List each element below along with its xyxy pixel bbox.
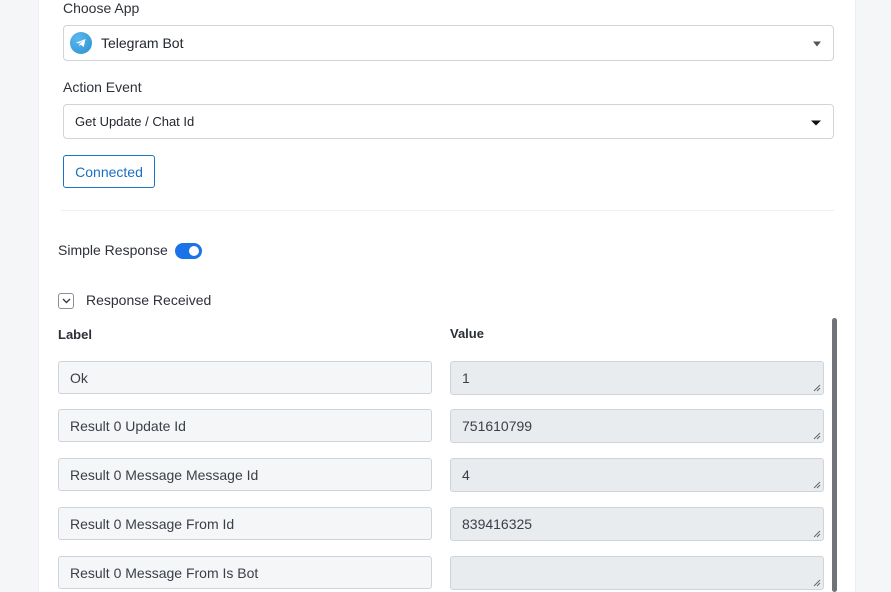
response-label-field[interactable]: Result 0 Message From Id: [58, 507, 432, 540]
config-card: Choose App Telegram Bot Action Event Get…: [38, 0, 856, 592]
label-column-header: Label: [58, 327, 92, 342]
chevron-down-icon: [62, 298, 70, 304]
simple-response-toggle[interactable]: [175, 243, 202, 259]
simple-response-label: Simple Response: [58, 242, 168, 258]
section-divider: [61, 210, 834, 211]
resize-grip-icon[interactable]: [813, 579, 821, 587]
response-received-label: Response Received: [86, 292, 212, 308]
response-value-text: 4: [462, 467, 470, 483]
response-received-collapse-toggle[interactable]: [58, 293, 74, 309]
resize-grip-icon[interactable]: [813, 530, 821, 538]
response-label-field[interactable]: Ok: [58, 361, 432, 394]
choose-app-value: Telegram Bot: [101, 35, 184, 51]
response-value-text: 839416325: [462, 516, 533, 532]
response-label-field[interactable]: Result 0 Update Id: [58, 409, 432, 442]
chevron-down-icon: [811, 120, 821, 125]
response-value-field[interactable]: 751610799: [450, 409, 824, 443]
toggle-knob: [189, 246, 199, 256]
resize-grip-icon[interactable]: [813, 384, 821, 392]
response-label-field[interactable]: Result 0 Message From Is Bot: [58, 556, 432, 589]
action-event-label: Action Event: [63, 79, 142, 95]
response-value-field[interactable]: 1: [450, 361, 824, 395]
resize-grip-icon[interactable]: [813, 481, 821, 489]
connected-button[interactable]: Connected: [63, 155, 155, 188]
chevron-down-icon: [813, 41, 821, 47]
action-event-value: Get Update / Chat Id: [75, 114, 195, 129]
response-value-text: 1: [462, 370, 470, 386]
resize-grip-icon[interactable]: [813, 432, 821, 440]
choose-app-select[interactable]: Telegram Bot: [63, 25, 834, 61]
value-column-header: Value: [450, 326, 484, 341]
response-value-field[interactable]: [450, 556, 824, 590]
action-event-select[interactable]: Get Update / Chat Id: [63, 104, 834, 139]
response-scrollbar[interactable]: [832, 318, 837, 592]
telegram-icon: [70, 32, 92, 54]
response-label-field[interactable]: Result 0 Message Message Id: [58, 458, 432, 491]
response-value-text: 751610799: [462, 418, 533, 434]
response-value-field[interactable]: 839416325: [450, 507, 824, 541]
response-value-field[interactable]: 4: [450, 458, 824, 492]
choose-app-label: Choose App: [63, 0, 140, 16]
